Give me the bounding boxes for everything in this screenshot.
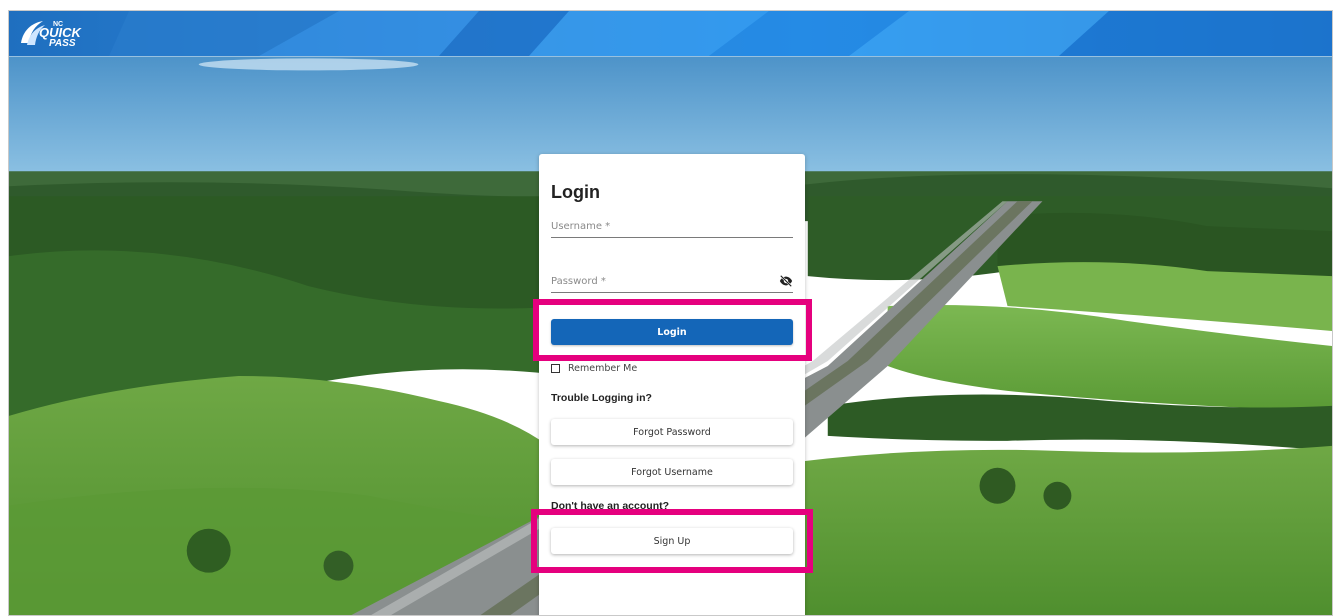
trouble-heading: Trouble Logging in? — [551, 392, 652, 404]
password-field[interactable] — [551, 271, 793, 293]
header-pattern — [109, 11, 1332, 56]
site-header: NC QUICK PASS — [9, 11, 1332, 56]
remember-me[interactable]: Remember Me — [551, 361, 637, 375]
remember-me-checkbox[interactable] — [551, 363, 560, 373]
username-input[interactable] — [551, 216, 793, 237]
forgot-password-button[interactable]: Forgot Password — [551, 419, 793, 445]
login-card: Login Login Remember Me Trouble Logging … — [539, 154, 805, 615]
logo-pass-text: PASS — [49, 38, 76, 49]
login-title: Login — [551, 182, 600, 202]
no-account-heading: Don't have an account? — [551, 500, 670, 512]
eye-off-icon[interactable] — [779, 274, 793, 288]
login-button[interactable]: Login — [551, 319, 793, 345]
sign-up-button[interactable]: Sign Up — [551, 528, 793, 554]
nc-quick-pass-logo[interactable]: NC QUICK PASS — [17, 17, 117, 49]
browser-frame: NC QUICK PASS Login Username * Login Rem… — [8, 10, 1333, 616]
forgot-username-button[interactable]: Forgot Username — [551, 459, 793, 485]
password-input[interactable] — [551, 271, 793, 292]
remember-me-label: Remember Me — [568, 362, 638, 374]
username-field[interactable] — [551, 216, 793, 238]
